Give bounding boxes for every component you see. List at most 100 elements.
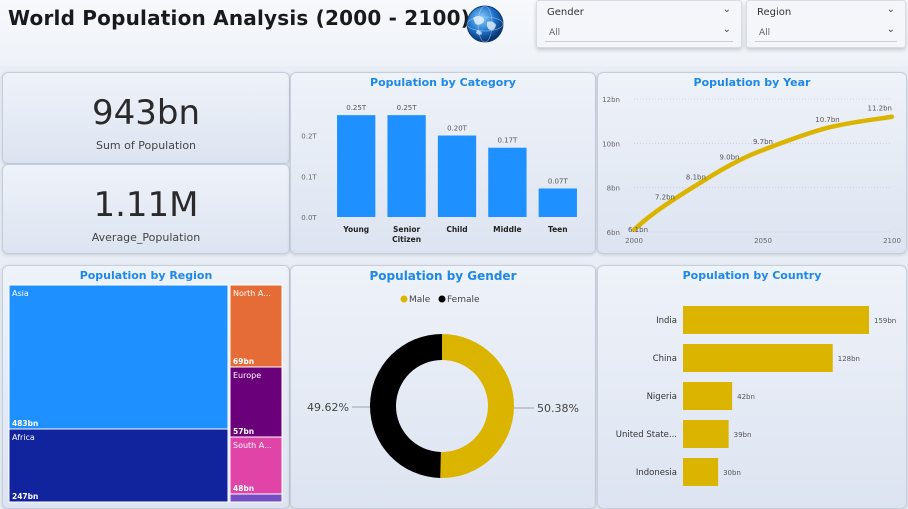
chevron-down-icon[interactable]: ⌄ <box>723 4 731 15</box>
data-label: 6.1bn <box>628 226 648 234</box>
y-tick-label: China <box>653 354 677 364</box>
x-tick-label: 2000 <box>625 237 643 245</box>
kpi-avg-value: 1.11M <box>93 185 199 225</box>
data-label: 49.62% <box>307 401 349 414</box>
bar <box>683 306 869 334</box>
data-label: 159bn <box>874 317 896 325</box>
data-label: 10.7bn <box>815 116 839 124</box>
treemap-tile <box>8 428 229 503</box>
data-label: 7.2bn <box>655 193 675 201</box>
data-label: 8.1bn <box>686 173 706 181</box>
legend-label: Male <box>409 295 431 305</box>
country-bar-chart: India 159bn China 128bn Nigeria 42bn United St… <box>616 306 896 486</box>
gender-donut-chart: Male Female 50.38% 49.62% <box>307 295 579 478</box>
y-tick-label: India <box>656 316 677 326</box>
data-label: 0.20T <box>447 125 468 133</box>
year-chart-card[interactable]: Population by Year 6bn 8bn 10bn 12bn 2000 205… <box>597 72 907 254</box>
x-tick-label: Teen <box>548 225 568 234</box>
bar <box>538 188 577 217</box>
donut-slice <box>369 334 442 478</box>
bar <box>488 147 527 217</box>
y-tick-label: Nigeria <box>647 392 677 402</box>
slicer-underline <box>545 41 733 42</box>
y-tick-label: 0.2T <box>301 133 317 141</box>
data-label: 39bn <box>734 431 752 439</box>
region-treemap: Asia 483bn Africa 247bn North A... 69bn Europe… <box>8 284 283 503</box>
series-line <box>631 114 895 233</box>
bar <box>387 115 426 217</box>
data-label: 0.25T <box>346 104 367 112</box>
category-bar-chart: 0.0T 0.1T 0.2T 0.25T Young 0.25T SeniorCitizen… <box>301 104 577 244</box>
data-label: 30bn <box>723 469 741 477</box>
kpi-avg-card[interactable]: 1.11M Average_Population <box>2 164 290 254</box>
kpi-avg-label: Average_Population <box>91 231 201 244</box>
bar <box>437 135 477 217</box>
data-label: 128bn <box>838 355 860 363</box>
region-slicer-label: Region <box>757 7 792 18</box>
chevron-down-icon[interactable]: ⌄ <box>887 4 895 15</box>
treemap-value: 483bn <box>12 419 38 428</box>
data-label: 9.7bn <box>753 138 773 146</box>
gender-chart-card[interactable]: Population by Gender Male Female 50.38% 49.… <box>290 265 596 509</box>
data-label: 9.0bn <box>719 154 739 162</box>
kpi-sum-card[interactable]: 943bn Sum of Population <box>2 72 290 164</box>
gender-slicer-label: Gender <box>547 7 584 18</box>
bar <box>683 458 719 486</box>
bar <box>683 344 833 372</box>
donut-slice <box>440 334 514 478</box>
treemap-label: Europe <box>233 371 261 380</box>
treemap-value: 247bn <box>12 492 38 501</box>
legend-label: Female <box>447 295 480 305</box>
treemap-tile <box>229 493 283 503</box>
treemap-label: Asia <box>12 289 29 298</box>
region-chart-card[interactable]: Population by Region Asia 483bn Africa 247b… <box>2 265 290 509</box>
treemap-value: 69bn <box>233 357 254 366</box>
data-label: 0.17T <box>497 137 518 145</box>
country-chart-card[interactable]: Population by Country India 159bn China 128… <box>597 265 907 509</box>
x-tick-label: Child <box>446 225 467 234</box>
data-label: 0.25T <box>397 104 418 112</box>
bar <box>683 382 733 410</box>
y-tick-label: Indonesia <box>636 468 677 478</box>
x-tick-label: Senior <box>393 225 421 234</box>
x-tick-label: 2100 <box>883 237 901 245</box>
gender-slicer[interactable]: Gender ⌄ All ⌄ <box>536 0 742 48</box>
legend-marker <box>400 295 408 303</box>
kpi-sum-value: 943bn <box>91 93 201 133</box>
data-label: 42bn <box>737 393 755 401</box>
y-tick-label: 0.1T <box>301 173 317 181</box>
bar <box>683 420 729 448</box>
legend-marker <box>438 295 446 303</box>
category-chart-card[interactable]: Population by Category 0.0T 0.1T 0.2T 0.25T… <box>290 72 596 254</box>
chevron-down-icon[interactable]: ⌄ <box>723 24 731 35</box>
page-title: World Population Analysis (2000 - 2100) <box>8 6 471 30</box>
treemap-label: North A... <box>233 289 271 298</box>
y-tick-label: 8bn <box>607 185 620 193</box>
globe-icon <box>466 5 504 43</box>
treemap-value: 48bn <box>233 484 254 493</box>
year-line-chart: 6bn 8bn 10bn 12bn 2000 2050 2100 6.1bn 7.2bn 8.1b… <box>602 96 901 245</box>
kpi-sum-label: Sum of Population <box>95 139 197 152</box>
treemap-label: South A... <box>233 441 272 450</box>
x-tick-label: 2050 <box>754 237 772 245</box>
x-tick-label: Young <box>342 225 369 234</box>
treemap-label: Africa <box>12 433 35 442</box>
region-slicer-value[interactable]: All <box>759 28 770 38</box>
x-tick-label: Middle <box>493 225 521 234</box>
slicer-underline <box>755 41 897 42</box>
data-label: 11.2bn <box>868 105 892 113</box>
y-tick-label: 10bn <box>602 140 620 148</box>
x-tick-label: Citizen <box>392 235 421 244</box>
y-tick-label: United State... <box>616 430 677 440</box>
chevron-down-icon[interactable]: ⌄ <box>887 24 895 35</box>
gender-slicer-value[interactable]: All <box>549 28 560 38</box>
data-label: 0.07T <box>548 177 569 185</box>
y-tick-label: 12bn <box>602 96 620 104</box>
y-tick-label: 6bn <box>607 229 620 237</box>
data-label: 50.38% <box>537 402 579 415</box>
treemap-value: 57bn <box>233 427 254 436</box>
bar <box>337 115 376 217</box>
treemap-tile <box>8 284 229 430</box>
region-slicer[interactable]: Region ⌄ All ⌄ <box>746 0 906 48</box>
y-tick-label: 0.0T <box>301 214 317 222</box>
